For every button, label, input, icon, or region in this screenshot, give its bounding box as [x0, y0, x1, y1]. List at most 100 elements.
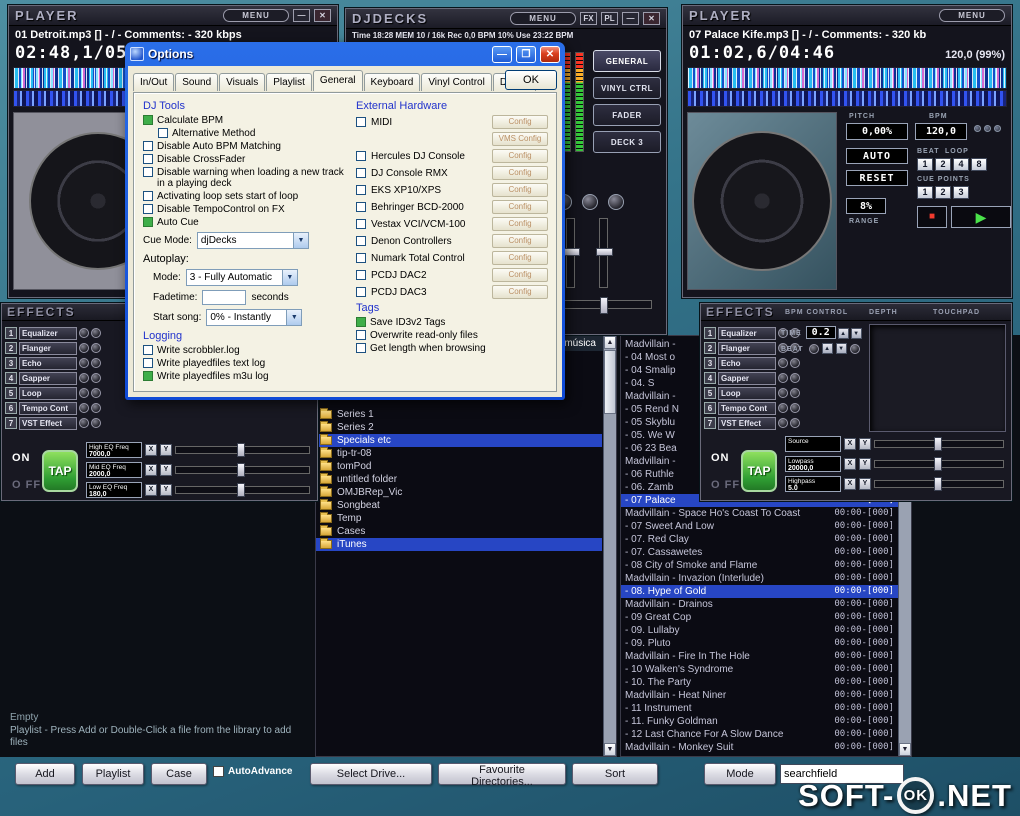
tags-checkbox-row[interactable]: Overwrite read-only files — [356, 330, 548, 341]
slider-y-button[interactable]: Y — [160, 464, 172, 476]
checkbox[interactable] — [143, 358, 153, 368]
folder-row[interactable]: iTunes — [316, 538, 602, 551]
scroll-down-icon[interactable]: ▼ — [604, 743, 616, 756]
track-row[interactable]: - 09. Pluto 00:00-[000] — [621, 637, 898, 650]
effect-select-button[interactable]: Loop — [19, 386, 77, 400]
slider-handle[interactable] — [933, 457, 942, 471]
track-row[interactable]: Madvillain - Invazion (Interlude) 00:00-… — [621, 572, 898, 585]
effect-select-button[interactable]: Gapper — [19, 371, 77, 385]
checkbox[interactable] — [356, 117, 366, 127]
slider-y-button[interactable]: Y — [859, 478, 871, 490]
track-row[interactable]: Madvillain - Drainos 00:00-[000] — [621, 598, 898, 611]
checkbox[interactable] — [143, 191, 153, 201]
beat-up-icon[interactable]: ▲ — [821, 343, 833, 354]
slider-x-button[interactable]: X — [844, 478, 856, 490]
time-down-icon[interactable]: ▼ — [850, 327, 862, 339]
effect-on-label[interactable]: ON — [711, 452, 740, 464]
select-drive-button[interactable]: Select Drive... — [310, 763, 432, 785]
effect-select-button[interactable]: VST Effect — [19, 416, 77, 430]
checkbox[interactable] — [143, 167, 153, 177]
fadetime-input[interactable] — [202, 290, 247, 305]
browser-scrollbar[interactable]: ▲ ▼ — [603, 336, 616, 756]
time-up-icon[interactable]: ▲ — [837, 327, 849, 339]
effect-select-button[interactable]: Tempo Cont — [19, 401, 77, 415]
volume-fader[interactable] — [596, 218, 613, 288]
left-player-minimize-button[interactable]: — — [293, 9, 310, 22]
logging-checkbox-row[interactable]: Write scrobbler.log — [143, 345, 347, 356]
checkbox[interactable] — [356, 317, 366, 327]
effect-off-label[interactable]: O FF — [711, 479, 740, 491]
volume-fader[interactable] — [563, 218, 580, 288]
effect-param-knob[interactable] — [79, 373, 89, 383]
hardware-config-button[interactable]: Config — [492, 149, 548, 163]
slider-x-button[interactable]: X — [145, 444, 157, 456]
options-tab[interactable]: General — [312, 70, 363, 91]
track-row[interactable]: - 08. Hype of Gold 00:00-[000] — [621, 585, 898, 598]
dialog-minimize-button[interactable]: — — [492, 45, 512, 63]
effect-param-knob[interactable] — [790, 403, 800, 413]
effect-param-knob[interactable] — [79, 388, 89, 398]
djdecks-side-button[interactable]: FADER — [593, 104, 661, 126]
checkbox[interactable] — [356, 287, 366, 297]
hardware-config-button[interactable]: Config — [492, 217, 548, 231]
effect-param-knob[interactable] — [91, 388, 101, 398]
folder-row[interactable]: Cases — [316, 525, 602, 538]
right-waveform-overview[interactable] — [687, 90, 1007, 107]
cue-point-button[interactable]: 2 — [935, 186, 951, 199]
effect-param-knob[interactable] — [91, 403, 101, 413]
low-eq-knob[interactable] — [608, 194, 624, 210]
effect-select-button[interactable]: Equalizer — [19, 326, 77, 340]
checkbox[interactable] — [356, 185, 366, 195]
hardware-config-button[interactable]: Config — [492, 285, 548, 299]
effect-select-button[interactable]: Flanger — [19, 341, 77, 355]
sort-button[interactable]: Sort — [572, 763, 658, 785]
scroll-up-icon[interactable]: ▲ — [604, 336, 616, 349]
hardware-config-button[interactable]: Config — [492, 268, 548, 282]
slider-y-button[interactable]: Y — [160, 444, 172, 456]
folder-row[interactable]: Specials etc — [316, 434, 602, 447]
midi-config-button[interactable]: Config — [492, 115, 548, 129]
tags-checkbox-row[interactable]: Save ID3v2 Tags — [356, 317, 548, 328]
tap-tempo-button[interactable]: TAP — [741, 450, 777, 492]
effect-param-knob[interactable] — [778, 388, 788, 398]
slider-y-button[interactable]: Y — [160, 484, 172, 496]
checkbox[interactable] — [143, 154, 153, 164]
dj-tools-checkbox-row[interactable]: Alternative Method — [158, 128, 347, 139]
eq-slider[interactable] — [175, 483, 310, 497]
tags-checkbox-row[interactable]: Get length when browsing — [356, 343, 548, 354]
hardware-config-button[interactable]: Config — [492, 234, 548, 248]
scroll-thumb[interactable] — [604, 350, 616, 414]
track-row[interactable]: - 09 Great Cop 00:00-[000] — [621, 611, 898, 624]
track-row[interactable]: - 10 Walken's Syndrome 00:00-[000] — [621, 663, 898, 676]
slider-handle[interactable] — [933, 477, 942, 491]
slider-y-button[interactable]: Y — [859, 438, 871, 450]
loop-length-button[interactable]: 4 — [953, 158, 969, 171]
checkbox[interactable] — [356, 202, 366, 212]
crossfader[interactable] — [556, 297, 652, 314]
beat-knob[interactable] — [808, 343, 819, 354]
hardware-config-button[interactable]: Config — [492, 166, 548, 180]
checkbox[interactable] — [158, 128, 168, 138]
dj-tools-checkbox-row[interactable]: Auto Cue — [143, 217, 347, 228]
play-button[interactable]: ▶ — [951, 206, 1011, 228]
logging-checkbox-row[interactable]: Write playedfiles text log — [143, 358, 347, 369]
djdecks-side-button[interactable]: GENERAL — [593, 50, 661, 72]
effect-param-knob[interactable] — [790, 418, 800, 428]
effect-off-label[interactable]: O FF — [12, 479, 41, 491]
autoadvance-checkbox[interactable] — [213, 766, 224, 777]
effect-select-button[interactable]: Echo — [19, 356, 77, 370]
filter-slider[interactable] — [874, 457, 1004, 471]
folder-row[interactable]: untitled folder — [316, 473, 602, 486]
folder-row[interactable]: tip-tr-08 — [316, 447, 602, 460]
stop-button[interactable]: ■ — [917, 206, 947, 228]
right-turntable-platter[interactable] — [692, 131, 832, 271]
left-player-menu-button[interactable]: MENU — [223, 9, 289, 22]
folder-row[interactable]: OMJBRep_Vic — [316, 486, 602, 499]
options-tab[interactable]: Sound — [175, 73, 219, 91]
effect-param-knob[interactable] — [79, 328, 89, 338]
case-button[interactable]: Case — [151, 763, 207, 785]
effect-select-button[interactable]: Loop — [718, 386, 776, 400]
dj-tools-checkbox-row[interactable]: Disable Auto BPM Matching — [143, 141, 347, 152]
scroll-down-icon[interactable]: ▼ — [899, 743, 911, 756]
track-row[interactable]: - 11. Funky Goldman 00:00-[000] — [621, 715, 898, 728]
